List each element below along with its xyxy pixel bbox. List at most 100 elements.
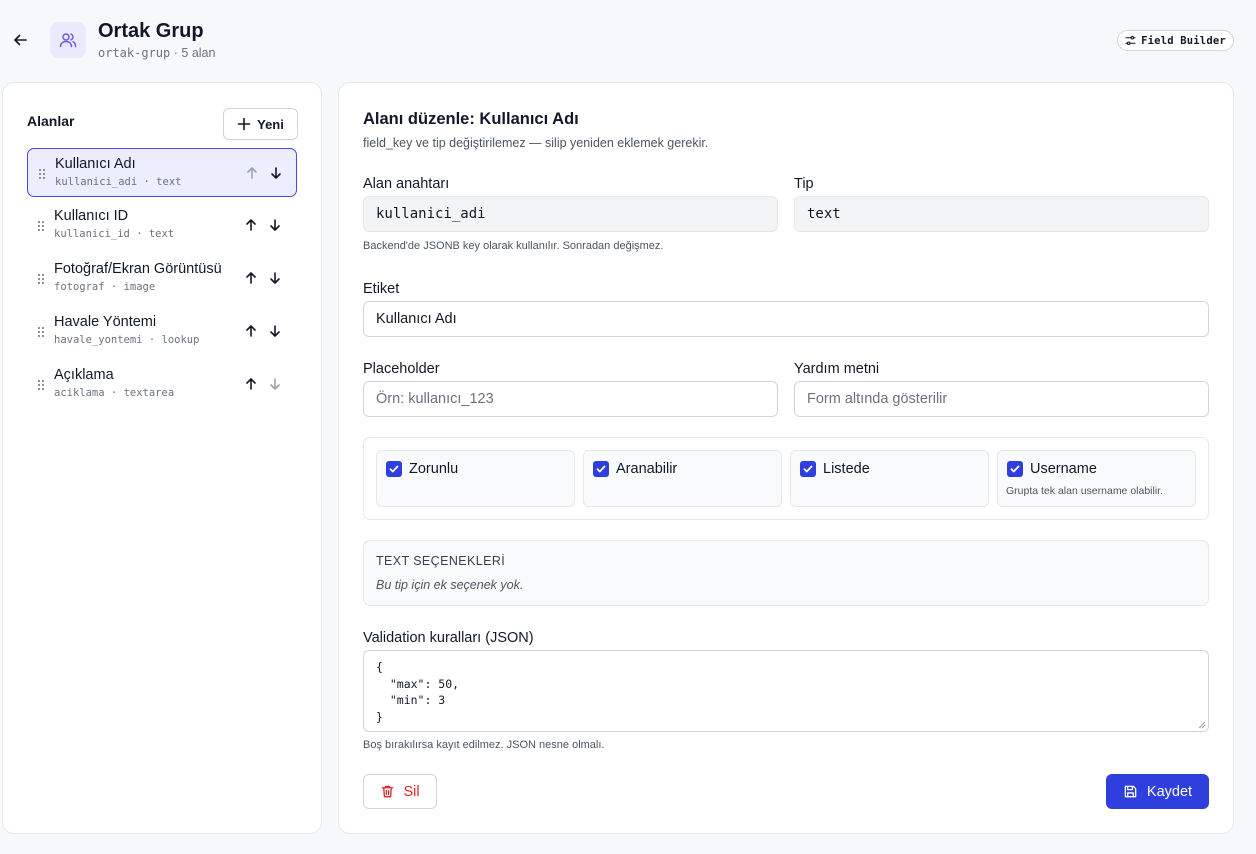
fields-title: Alanlar [27,113,75,129]
field-item-sep: · [136,228,143,240]
move-up-icon[interactable] [242,269,260,287]
field-item-label: Kullanıcı ID [54,208,129,224]
delete-label: Sil [403,783,420,800]
field-item-key: havale_yontemi [54,334,143,346]
sliders-icon [1125,35,1136,46]
field-item-type: textarea [123,387,175,399]
flag-label: Aranabilir [616,461,678,477]
checkbox[interactable] [1007,461,1023,477]
validation-value: { "max": 50, "min": 3 } [376,660,460,724]
checkbox[interactable] [800,461,816,477]
field-item-key: fotograf [54,281,105,293]
flag-label: Zorunlu [409,461,459,477]
field-item-meta: kullanici_adi · text [55,176,181,188]
move-down-icon[interactable] [266,216,284,234]
flags-group: Zorunlu Aranabilir Listede Username Grupta t… [363,437,1209,520]
validation-textarea[interactable]: { "max": 50, "min": 3 } [363,650,1209,732]
group-slug: ortak-grup [98,46,171,60]
editor-subtitle: field_key ve tip değiştirilemez — silip … [363,136,709,150]
drag-handle-icon[interactable] [37,272,45,290]
field-item-key: aciklama [54,387,105,399]
placeholder-input[interactable]: Örn: kullanıcı_123 [363,381,778,417]
move-up-icon[interactable] [242,322,260,340]
placeholder-label: Placeholder [363,361,440,377]
page-subtitle: ortak-grup · 5 alan [98,46,215,60]
resize-handle-icon[interactable] [1198,721,1206,729]
drag-handle-icon[interactable] [37,325,45,343]
type-value: text [807,206,841,222]
drag-handle-icon[interactable] [37,378,45,396]
field-item-meta: fotograf · image [54,281,155,293]
type-label: Tip [794,176,814,192]
move-down-icon[interactable] [267,164,285,182]
trash-icon [382,785,394,798]
field-item-key: kullanici_adi [55,176,138,188]
field-key-input[interactable]: kullanici_adi [363,196,778,232]
flag-hint: Grupta tek alan username olabilir. [1006,485,1164,497]
field-key-hint: Backend'de JSONB key olarak kullanılır. … [363,240,664,252]
delete-button[interactable]: Sil [363,774,437,809]
field-item-label: Kullanıcı Adı [55,156,136,172]
save-icon [1124,785,1137,798]
checkbox[interactable] [386,461,402,477]
field-item-sep: · [110,281,118,293]
field-item-meta: aciklama · textarea [54,387,174,399]
move-up-icon[interactable] [242,375,260,393]
arrow-left-icon [14,34,27,46]
field-builder-button[interactable]: Field Builder [1117,30,1234,51]
flag-label: Username [1030,461,1097,477]
field-count: 5 alan [181,46,216,60]
fields-panel: Alanlar Yeni Kullanıcı Adı kullanici_adi … [2,82,322,834]
flag-listede[interactable]: Listede [790,450,989,507]
editor-title: Alanı düzenle: Kullanıcı Adı [363,110,579,128]
field-item-meta: havale_yontemi · lookup [54,334,199,346]
move-down-icon[interactable] [266,269,284,287]
field-list-item[interactable]: Fotoğraf/Ekran Görüntüsü fotograf · image [27,254,297,303]
field-list-item[interactable]: Açıklama aciklama · textarea [27,360,297,409]
field-item-sep: · [143,176,150,188]
users-icon [50,22,86,58]
field-item-type: image [123,281,156,293]
back-button[interactable] [10,30,30,50]
move-down-icon[interactable] [266,322,284,340]
page-title: Ortak Grup [98,20,204,42]
checkbox[interactable] [593,461,609,477]
field-editor: Alanı düzenle: Kullanıcı Adı field_key v… [338,82,1234,834]
type-options-empty: Bu tip için ek seçenek yok. [376,578,524,592]
field-builder-label: Field Builder [1141,34,1226,47]
save-button[interactable]: Kaydet [1106,774,1209,809]
help-text-input[interactable]: Form altında gösterilir [794,381,1209,417]
flag-zorunlu[interactable]: Zorunlu [376,450,575,507]
type-options-title: TEXT SEÇENEKLERİ [376,554,506,568]
field-item-label: Havale Yöntemi [54,314,157,330]
field-item-label: Fotoğraf/Ekran Görüntüsü [54,261,222,277]
field-item-sep: · [110,387,118,399]
help-text-label: Yardım metni [794,361,880,377]
field-list-item[interactable]: Havale Yöntemi havale_yontemi · lookup [27,307,297,356]
move-up-icon[interactable] [242,216,260,234]
field-key-value: kullanici_adi [376,206,486,222]
validation-hint: Boş bırakılırsa kayıt edilmez. JSON nesn… [363,739,605,751]
label-input[interactable]: Kullanıcı Adı [363,301,1209,337]
validation-label: Validation kuralları (JSON) [363,630,534,646]
flag-username[interactable]: Username Grupta tek alan username olabili… [997,450,1196,507]
type-input[interactable]: text [794,196,1209,232]
move-down-icon[interactable] [266,375,284,393]
drag-handle-icon[interactable] [37,219,45,237]
save-label: Kaydet [1146,783,1193,800]
new-field-button[interactable]: Yeni [223,108,298,140]
type-options-box: TEXT SEÇENEKLERİ Bu tip için ek seçenek … [363,540,1209,606]
field-item-key: kullanici_id [54,228,130,240]
move-up-icon[interactable] [243,164,261,182]
label-label: Etiket [363,281,400,297]
new-field-label: Yeni [257,116,284,132]
field-item-label: Açıklama [54,367,114,383]
field-item-type: text [148,228,175,240]
field-list-item[interactable]: Kullanıcı ID kullanici_id · text [27,201,297,250]
field-item-meta: kullanici_id · text [54,228,174,240]
subtitle-separator: · [173,46,178,60]
flag-aranabilir[interactable]: Aranabilir [583,450,782,507]
field-list-item[interactable]: Kullanıcı Adı kullanici_adi · text [27,148,297,197]
drag-handle-icon[interactable] [38,167,46,185]
flag-label: Listede [823,461,870,477]
